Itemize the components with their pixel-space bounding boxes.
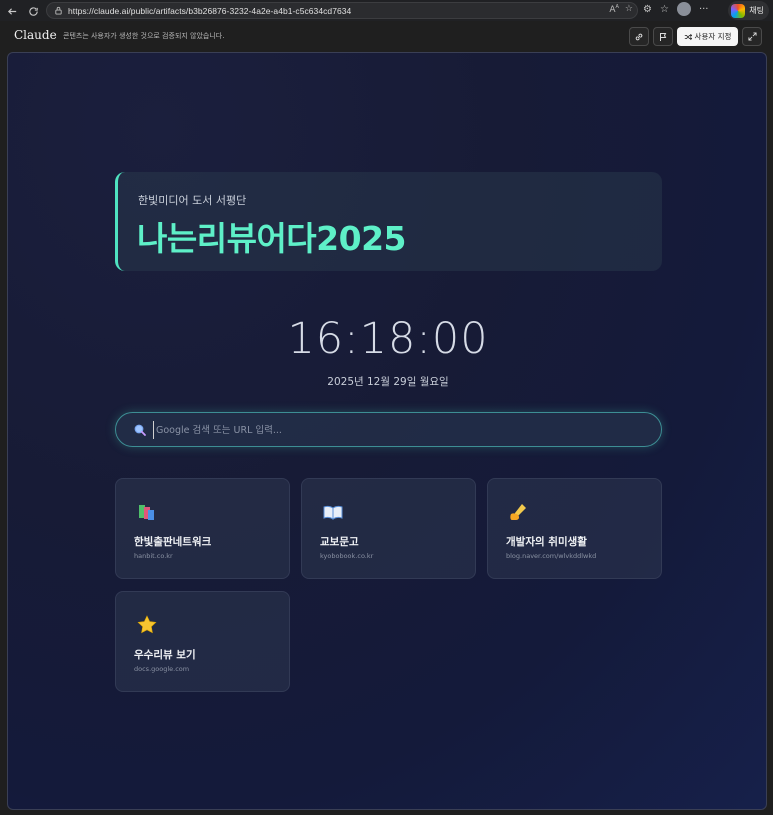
shortcut-card-hanbit[interactable]: 한빛출판네트워크 hanbit.co.kr	[115, 478, 290, 579]
copilot-chat-button[interactable]: 채팅	[728, 1, 769, 20]
artifact-frame: 한빛미디어 도서 서평단 나는리뷰어다2025 16:18:00 2025년 1…	[7, 52, 767, 810]
shuffle-icon	[684, 33, 692, 40]
back-button[interactable]	[3, 2, 21, 20]
hero-subtitle: 한빛미디어 도서 서평단	[138, 194, 247, 207]
browser-toolbar: https://claude.ai/public/artifacts/b3b26…	[0, 0, 773, 21]
fullscreen-button[interactable]	[742, 27, 762, 46]
content-notice: 콘텐츠는 사용자가 생성한 것으로 검증되지 않았습니다.	[63, 32, 225, 40]
profile-avatar[interactable]	[676, 2, 691, 16]
search-bar[interactable]	[115, 412, 662, 447]
hero-title: 나는리뷰어다2025	[137, 219, 407, 258]
card-url: hanbit.co.kr	[134, 552, 173, 560]
more-menu-icon[interactable]: ···	[699, 4, 709, 15]
clock-date: 2025년 12월 29일 월요일	[327, 376, 449, 388]
card-title: 개발자의 취미생활	[506, 536, 587, 548]
books-icon	[139, 505, 154, 520]
refresh-button[interactable]	[24, 2, 42, 20]
card-title: 한빛출판네트워크	[134, 536, 212, 548]
customize-button[interactable]: 사용자 지정	[677, 27, 738, 46]
card-url: blog.naver.com/wlvkddlwkd	[506, 552, 597, 560]
open-book-icon	[323, 505, 343, 520]
shortcut-card-blog[interactable]: 개발자의 취미생활 blog.naver.com/wlvkddlwkd	[487, 478, 662, 579]
hero-banner: 한빛미디어 도서 서평단 나는리뷰어다2025	[115, 172, 662, 271]
collections-icon[interactable]: ☆	[660, 4, 669, 15]
favorite-star-icon[interactable]: ☆	[625, 4, 633, 15]
star-icon	[137, 615, 157, 634]
card-url: kyobobook.co.kr	[320, 552, 374, 560]
back-arrow-icon	[7, 7, 16, 15]
shortcut-card-reviews[interactable]: 우수리뷰 보기 docs.google.com	[115, 591, 290, 692]
copilot-icon	[731, 3, 746, 18]
expand-icon	[747, 32, 757, 41]
url-text: https://claude.ai/public/artifacts/b3b26…	[68, 5, 352, 16]
search-icon	[134, 424, 146, 436]
card-url: docs.google.com	[134, 665, 190, 673]
lock-icon	[53, 6, 63, 16]
read-aloud-icon[interactable]: AA	[609, 4, 619, 15]
clock-time: 16:18:00	[287, 314, 489, 364]
link-icon	[635, 33, 643, 40]
card-title: 교보문고	[320, 536, 359, 548]
refresh-icon	[28, 6, 38, 16]
card-title: 우수리뷰 보기	[134, 649, 196, 661]
flag-icon	[660, 32, 667, 41]
address-bar[interactable]: https://claude.ai/public/artifacts/b3b26…	[46, 2, 638, 19]
writing-hand-icon	[510, 504, 526, 520]
customize-label: 사용자 지정	[694, 32, 732, 41]
shortcut-card-kyobo[interactable]: 교보문고 kyobobook.co.kr	[301, 478, 476, 579]
extensions-icon[interactable]: ⚙	[643, 4, 652, 15]
search-input[interactable]	[153, 421, 643, 439]
report-button[interactable]	[653, 27, 673, 46]
copilot-label: 채팅	[749, 6, 764, 15]
claude-logo[interactable]: Claude	[14, 28, 57, 42]
copy-link-button[interactable]	[629, 27, 649, 46]
claude-header: Claude 콘텐츠는 사용자가 생성한 것으로 검증되지 않았습니다. 사용자…	[0, 21, 773, 52]
